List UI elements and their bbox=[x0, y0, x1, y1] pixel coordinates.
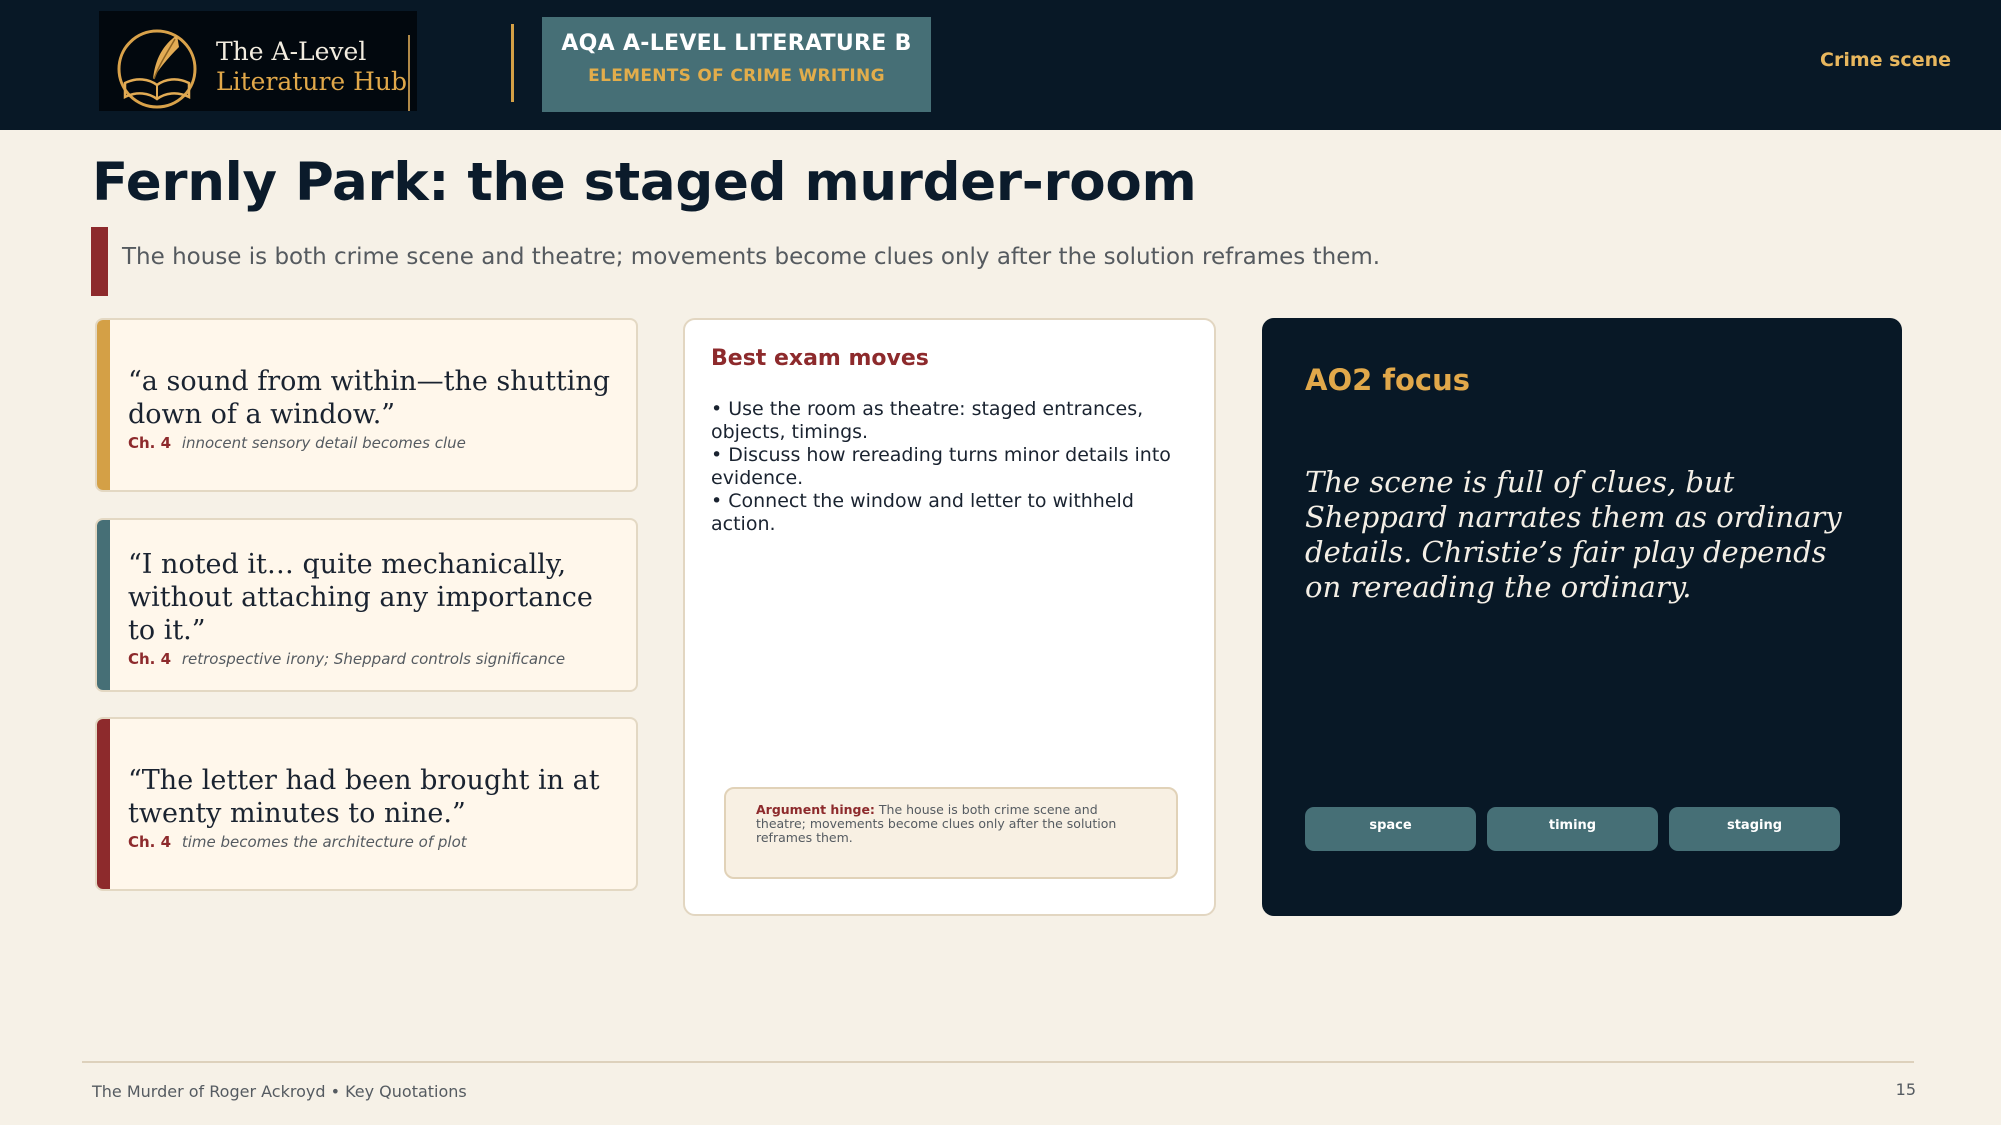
exam-moves-list: • Use the room as theatre: staged entran… bbox=[711, 398, 1203, 536]
quote-accent bbox=[97, 320, 110, 490]
quote-accent bbox=[97, 719, 110, 889]
page-title: Fernly Park: the staged murder-room bbox=[92, 152, 1197, 213]
quote-note: retrospective irony; Sheppard controls s… bbox=[181, 650, 566, 668]
tag-chip-space: space bbox=[1305, 807, 1476, 851]
list-item: • Connect the window and letter to withh… bbox=[711, 490, 1134, 535]
page-subtitle: The house is both crime scene and theatr… bbox=[122, 244, 1381, 270]
quote-card: “I noted it… quite mechanically, without… bbox=[95, 518, 638, 692]
quote-chapter: Ch. 4 bbox=[128, 650, 172, 668]
footer-divider bbox=[82, 1061, 1914, 1063]
quote-text: “I noted it… quite mechanically, without… bbox=[128, 549, 593, 646]
quote-note: time becomes the architecture of plot bbox=[181, 833, 467, 851]
course-title: AQA A-LEVEL LITERATURE B bbox=[561, 31, 912, 56]
quote-meta: Ch. 4 innocent sensory detail becomes cl… bbox=[128, 434, 616, 452]
logo-divider bbox=[408, 35, 410, 111]
logo-line-2: Literature Hub bbox=[216, 67, 408, 96]
exam-moves-heading: Best exam moves bbox=[711, 346, 929, 371]
ao2-focus-panel: AO2 focus The scene is full of clues, bu… bbox=[1262, 318, 1902, 916]
tag-chip-timing: timing bbox=[1487, 807, 1658, 851]
ao2-commentary: The scene is full of clues, but Sheppard… bbox=[1305, 465, 1842, 604]
quote-meta: Ch. 4 time becomes the architecture of p… bbox=[128, 833, 616, 851]
course-badge: AQA A-LEVEL LITERATURE B ELEMENTS OF CRI… bbox=[542, 17, 931, 112]
quill-book-icon bbox=[117, 29, 197, 109]
quote-accent bbox=[97, 520, 110, 690]
ao2-heading: AO2 focus bbox=[1305, 363, 1471, 397]
quote-text: “a sound from within—the shutting down o… bbox=[128, 366, 611, 430]
logo-title: The A-Level Literature Hub bbox=[216, 37, 407, 97]
subtitle-accent-bar bbox=[91, 227, 108, 296]
quote-text: “The letter had been brought in at twent… bbox=[128, 765, 600, 829]
argument-hinge-label: Argument hinge: bbox=[756, 802, 875, 817]
page-number: 15 bbox=[1895, 1080, 1916, 1099]
quote-chapter: Ch. 4 bbox=[128, 434, 172, 452]
quote-card: “a sound from within—the shutting down o… bbox=[95, 318, 638, 492]
argument-hinge-box: Argument hinge: The house is both crime … bbox=[724, 787, 1178, 879]
site-logo[interactable]: The A-Level Literature Hub bbox=[99, 11, 417, 111]
list-item: • Discuss how rereading turns minor deta… bbox=[711, 444, 1171, 489]
exam-moves-panel: Best exam moves • Use the room as theatr… bbox=[683, 318, 1216, 916]
tag-chip-staging: staging bbox=[1669, 807, 1840, 851]
quote-note: innocent sensory detail becomes clue bbox=[181, 434, 466, 452]
footer-source: The Murder of Roger Ackroyd • Key Quotat… bbox=[92, 1082, 467, 1101]
logo-line-1: The A-Level bbox=[216, 37, 367, 66]
header-bar: The A-Level Literature Hub AQA A-LEVEL L… bbox=[0, 0, 2001, 130]
quote-chapter: Ch. 4 bbox=[128, 833, 172, 851]
quote-card: “The letter had been brought in at twent… bbox=[95, 717, 638, 891]
header-divider bbox=[511, 24, 514, 102]
section-tag: Crime scene bbox=[1820, 49, 1951, 71]
list-item: • Use the room as theatre: staged entran… bbox=[711, 398, 1144, 443]
course-subtitle: ELEMENTS OF CRIME WRITING bbox=[588, 66, 885, 86]
quote-meta: Ch. 4 retrospective irony; Sheppard cont… bbox=[128, 650, 616, 668]
